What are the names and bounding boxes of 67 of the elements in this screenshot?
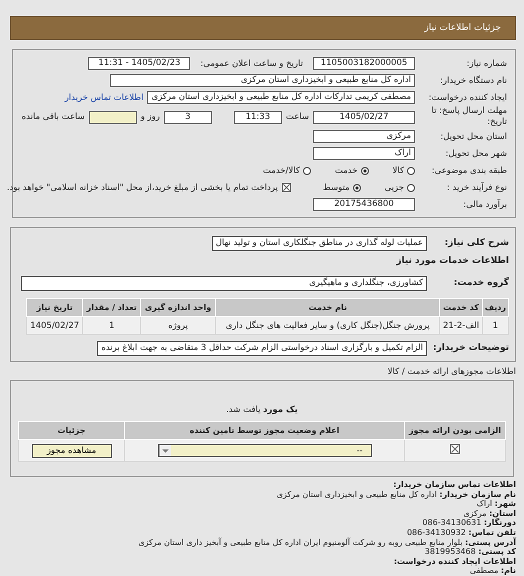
field-label: ساعت xyxy=(286,112,309,122)
column-header: جزئیات xyxy=(18,422,124,440)
category-radio[interactable]: خدمت xyxy=(334,166,369,176)
contact-line: شهر: اراک xyxy=(476,499,516,509)
description-field: عملیات لوله گذاری در مناطق جنگلکاری استان و تولید نهال xyxy=(212,236,427,250)
checkbox-icon[interactable] xyxy=(282,183,291,192)
field-label: روز و xyxy=(140,112,160,122)
table-cell: الف-2-21 xyxy=(440,316,482,334)
field-label: مهلت ارسال پاسخ: تا تاریخ: xyxy=(430,106,507,128)
caret-icon xyxy=(158,445,170,456)
process-radio[interactable]: جزیی xyxy=(384,182,415,192)
buyer-contact-link[interactable]: اطلاعات تماس خریدار xyxy=(64,92,144,102)
field-label: برآورد مالی: xyxy=(462,200,507,210)
days-field: 3 xyxy=(164,110,212,124)
table-cell: 1 xyxy=(82,316,140,334)
field-label: تاریخ و ساعت اعلان عمومی: xyxy=(200,58,303,68)
table-cell: 1 xyxy=(482,316,508,334)
process-radio[interactable]: متوسط xyxy=(322,182,361,192)
city-field: اراک xyxy=(313,147,415,160)
category-radio[interactable]: کالا/خدمت xyxy=(262,166,311,176)
requester-field: مصطفی کریمی تدارکات اداره کل منابع طبیعی و ابخیزداری استان مرکزی xyxy=(147,91,415,104)
view-permit-button[interactable]: مشاهده مجوز xyxy=(32,444,112,458)
field-label: ایجاد کننده درخواست: xyxy=(428,92,507,102)
deadline-date-field: 1405/02/27 xyxy=(313,110,415,124)
province-field: مرکزی xyxy=(313,130,415,143)
column-header: اعلام وضعیت مجوز توسط تامین کننده xyxy=(124,422,404,440)
field-label: استان محل تحویل: xyxy=(439,132,507,142)
remaining-hours-field xyxy=(88,110,137,124)
column-header: واحد اندازه گیری xyxy=(140,298,216,316)
column-header: نام خدمت xyxy=(216,298,440,316)
field-label: طبقه بندی موضوعی: xyxy=(430,166,507,176)
table-cell: پروژه xyxy=(140,316,216,334)
field-label: شماره نیاز: xyxy=(466,58,507,68)
field-label: نام دستگاه خریدار: xyxy=(439,76,507,86)
contact-line: آدرس پستی: بلوار منابع طبیعی روبه رو شرکت آلومنیوم ایران اداره کل منابع طبیعی و آبخیز داری استان مرکزی xyxy=(137,538,516,548)
field-label: توضیحات خریدار: xyxy=(432,343,509,353)
section-title: اطلاعات مجوزهای ارائه خدمت / کالا xyxy=(386,367,516,377)
section-heading: اطلاعات خدمات مورد نیاز xyxy=(396,256,509,266)
announce-date-field: 1405/02/23 - 11:31 xyxy=(88,57,190,70)
column-header: تعداد / مقدار xyxy=(82,298,140,316)
field-label: شرح کلی نیاز: xyxy=(444,238,509,248)
column-header: الزامی بودن ارائه مجوز xyxy=(404,422,506,440)
category-radio[interactable]: کالا xyxy=(392,166,415,176)
field-label: شهر محل تحویل: xyxy=(444,148,507,158)
column-header: تاریخ نیاز xyxy=(26,298,83,316)
budget-field: 20175436800 xyxy=(313,198,415,211)
status-dropdown[interactable]: -- xyxy=(158,444,372,457)
field-label: ساعت باقی مانده xyxy=(22,112,85,122)
service-group-field: کشاورزی، جنگلداری و ماهیگیری xyxy=(21,276,427,290)
deadline-time-field: 11:33 xyxy=(234,110,282,124)
buyer-name-field: اداره کل منابع طبیعی و ابخیزداری استان مرکزی xyxy=(110,74,415,87)
buyer-notes-field: الزام تکمیل و بارگزاری اسناد درخواستی الزام شرکت حداقل 3 متقاضی به جهت ابلاغ برنده xyxy=(97,340,427,356)
contact-line: نام سازمان خریدار: اداره کل منابع طبیعی و ابخیزداری استان مرکزی xyxy=(276,490,516,500)
result-count: یک مورد یافت شد. xyxy=(225,405,299,415)
need-number-field: 1105003182000005 xyxy=(313,57,415,70)
column-header: ردیف xyxy=(482,298,508,316)
field-label: نوع فرآیند خرید : xyxy=(446,182,507,192)
header-title: جزئیات اطلاعات نیاز xyxy=(424,23,501,33)
contact-heading: اطلاعات ایجاد کننده درخواست: xyxy=(392,556,516,566)
field-label: گروه خدمت: xyxy=(452,278,509,288)
contact-line: نام: مصطفی xyxy=(468,566,516,576)
payment-note: پرداخت تمام یا بخشی از مبلغ خرید،از محل "اسناد خزانه اسلامی" خواهد بود. xyxy=(6,182,278,192)
column-header: کد خدمت xyxy=(440,298,482,316)
contact-line: استان: مرکزی xyxy=(462,508,516,518)
table-cell: 1405/02/27 xyxy=(26,316,83,334)
contact-heading: اطلاعات تماس سازمان خریدار: xyxy=(392,480,516,490)
table-cell: پرورش جنگل(جنگل کاری) و سایر فعالیت های جنگل داری xyxy=(216,316,440,334)
